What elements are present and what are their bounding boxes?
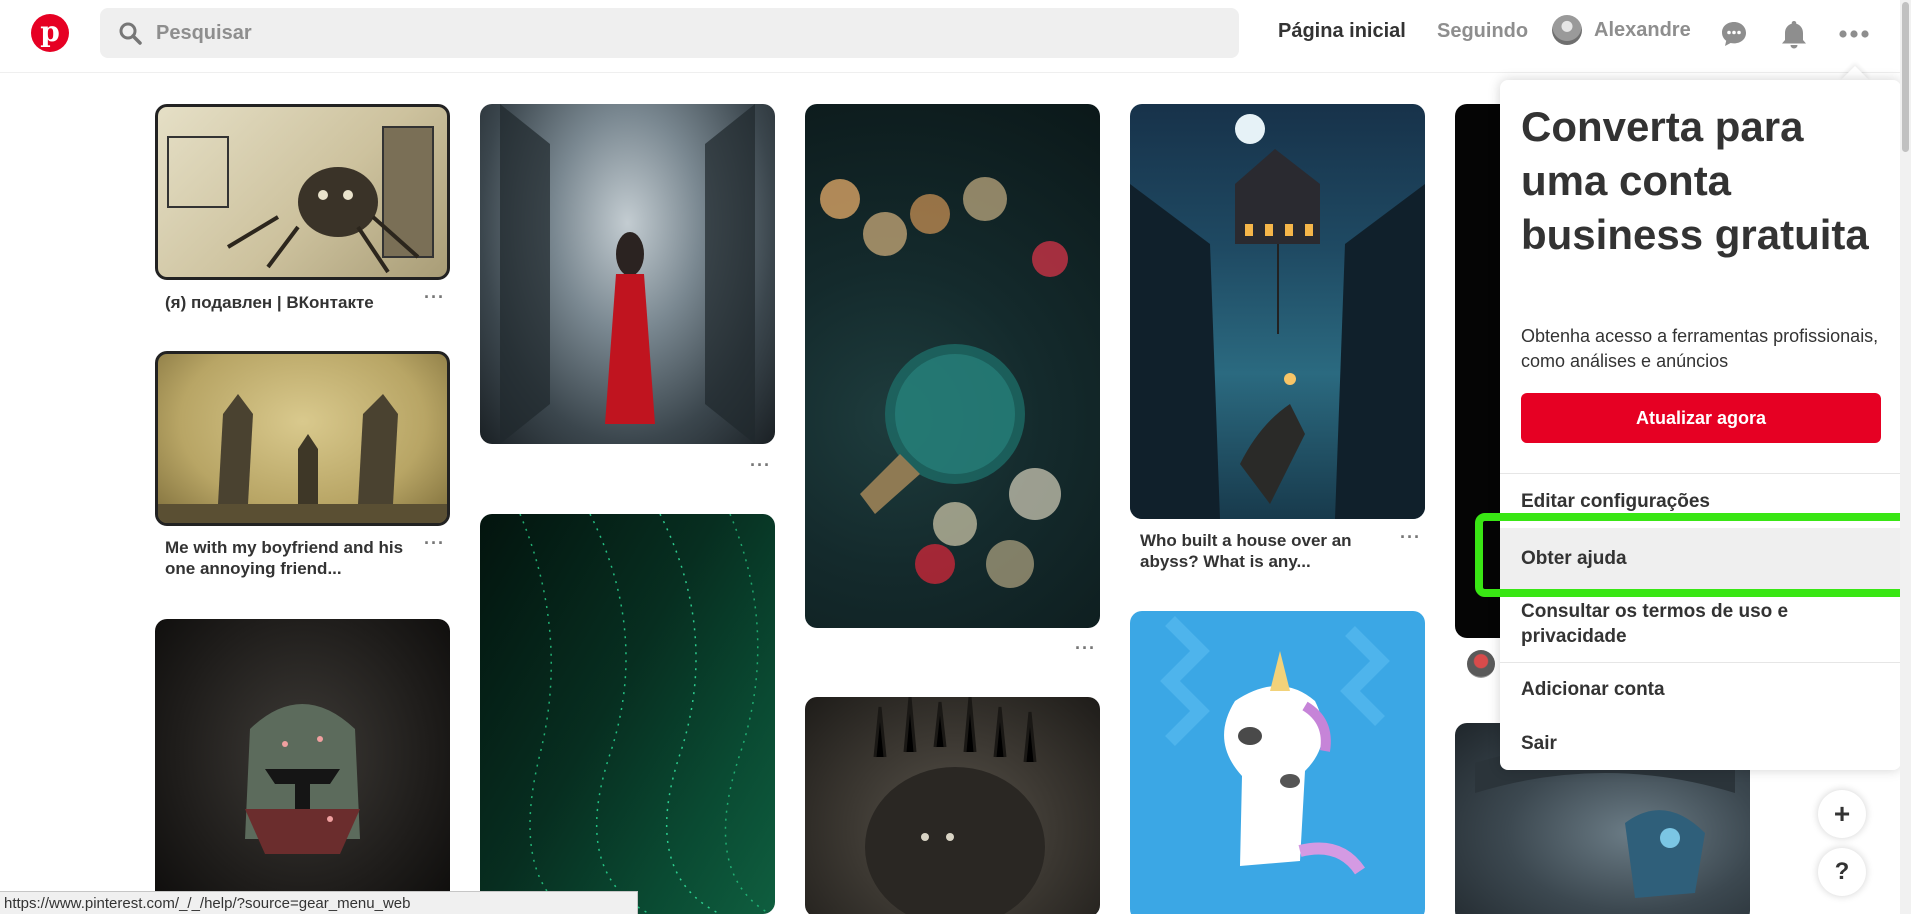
pin-title[interactable]: Me with my boyfriend and his one annoyin… — [165, 537, 415, 579]
menu-divider — [1500, 662, 1901, 663]
pin-more-options[interactable]: ··· — [750, 455, 771, 476]
upgrade-now-button[interactable]: Atualizar agora — [1521, 393, 1881, 443]
pin-image-unicorn-cartoon[interactable] — [1130, 611, 1425, 914]
pin-more-options[interactable]: ··· — [424, 287, 445, 308]
search-icon — [119, 22, 142, 45]
pin-image-shadow-beast[interactable] — [805, 697, 1100, 914]
search-input[interactable] — [156, 21, 1156, 45]
pin-image-house-over-abyss[interactable] — [1130, 104, 1425, 519]
pin-image-ghost-woman-red-dress[interactable] — [480, 104, 775, 444]
account-dropdown-menu: Converta para uma conta business gratuit… — [1500, 80, 1901, 770]
browser-status-url: https://www.pinterest.com/_/_/help/?sour… — [0, 891, 638, 914]
speech-bubble-icon — [1722, 22, 1746, 46]
more-options-button[interactable] — [1836, 16, 1872, 52]
add-pin-button[interactable]: + — [1818, 790, 1866, 838]
profile-name: Alexandre — [1594, 18, 1691, 41]
menu-item-add-account[interactable]: Adicionar conta — [1521, 677, 1891, 702]
pin-title[interactable]: (я) подавлен | ВКонтакте — [165, 292, 415, 313]
pin-more-options[interactable]: ··· — [1400, 527, 1421, 548]
menu-item-terms-privacy[interactable]: Consultar os termos de uso e privacidade — [1521, 599, 1891, 649]
top-header: p Página inicial Seguindo Alexandre — [0, 0, 1911, 73]
pin-image-lightbulb-bokeh[interactable] — [805, 104, 1100, 628]
ellipsis-icon — [1839, 30, 1869, 38]
bell-icon — [1782, 21, 1806, 49]
notifications-button[interactable] — [1776, 16, 1812, 52]
vertical-scrollbar[interactable] — [1900, 0, 1911, 914]
menu-item-edit-settings[interactable]: Editar configurações — [1521, 489, 1891, 514]
pinterest-logo[interactable]: p — [31, 14, 69, 52]
nav-home-link[interactable]: Página inicial — [1278, 20, 1406, 43]
pin-image-sketch-figures-yellow[interactable] — [155, 351, 450, 526]
business-promo-subtitle: Obtenha acesso a ferramentas profissiona… — [1521, 326, 1879, 371]
pin-image-helmet-painting[interactable] — [155, 619, 450, 914]
pin-image-green-particles[interactable] — [480, 514, 775, 914]
menu-divider — [1500, 473, 1901, 474]
nav-following-link[interactable]: Seguindo — [1437, 20, 1528, 43]
pin-more-options[interactable]: ··· — [424, 533, 445, 554]
scrollbar-thumb[interactable] — [1902, 2, 1909, 152]
menu-item-logout[interactable]: Sair — [1521, 731, 1891, 756]
avatar — [1552, 15, 1582, 45]
search-bar[interactable] — [100, 8, 1239, 58]
help-button[interactable]: ? — [1818, 848, 1866, 896]
pin-image-sketch-creature-bedroom[interactable] — [155, 104, 450, 280]
highlight-box — [1475, 513, 1911, 597]
business-promo-title: Converta para uma conta business gratuit… — [1521, 103, 1869, 258]
messages-button[interactable] — [1716, 16, 1752, 52]
pin-title[interactable]: Who built a house over an abyss? What is… — [1140, 530, 1360, 572]
pin-creator-avatar[interactable] — [1467, 650, 1495, 678]
pin-more-options[interactable]: ··· — [1075, 638, 1096, 659]
nav-profile-link[interactable]: Alexandre — [1552, 15, 1691, 45]
